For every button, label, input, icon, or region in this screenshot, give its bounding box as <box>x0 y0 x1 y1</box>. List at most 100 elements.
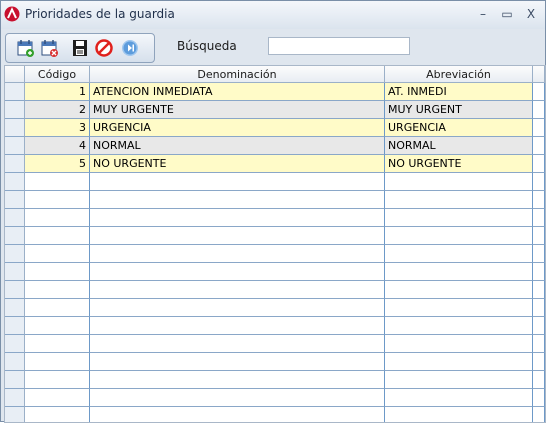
column-header-codigo[interactable]: Código <box>25 66 90 83</box>
cell-abreviacion[interactable]: NO URGENTE <box>385 155 533 173</box>
search-input[interactable] <box>268 37 410 55</box>
cell-denominacion[interactable]: NORMAL <box>90 137 385 155</box>
row-selector[interactable] <box>5 173 25 191</box>
cell-abreviacion[interactable] <box>385 317 533 335</box>
cell-denominacion[interactable] <box>90 371 385 389</box>
column-header-denominacion[interactable]: Denominación <box>90 66 385 83</box>
cell-denominacion[interactable]: URGENCIA <box>90 119 385 137</box>
row-selector[interactable] <box>5 101 25 119</box>
row-selector[interactable] <box>5 299 25 317</box>
cell-abreviacion[interactable] <box>385 389 533 407</box>
row-selector[interactable] <box>5 371 25 389</box>
minimize-button[interactable]: – <box>473 5 493 23</box>
cell-denominacion[interactable] <box>90 245 385 263</box>
data-grid: Código Denominación Abreviación 1 ATENCIO… <box>4 65 546 423</box>
cell-filler <box>533 299 545 317</box>
cancel-icon[interactable] <box>94 38 114 58</box>
cell-abreviacion[interactable]: MUY URGENT <box>385 101 533 119</box>
close-button[interactable]: X <box>521 5 541 23</box>
row-selector[interactable] <box>5 281 25 299</box>
row-selector[interactable] <box>5 407 25 422</box>
delete-record-calendar-icon[interactable] <box>40 38 60 58</box>
cell-filler <box>533 281 545 299</box>
row-selector[interactable] <box>5 353 25 371</box>
cell-codigo[interactable]: 2 <box>25 101 90 119</box>
cell-codigo[interactable] <box>25 353 90 371</box>
cell-filler <box>533 119 545 137</box>
cell-abreviacion[interactable] <box>385 335 533 353</box>
cell-denominacion[interactable] <box>90 389 385 407</box>
cell-denominacion[interactable] <box>90 407 385 422</box>
cell-abreviacion[interactable] <box>385 263 533 281</box>
next-record-icon[interactable] <box>120 38 140 58</box>
save-icon[interactable] <box>70 38 90 58</box>
cell-abreviacion[interactable] <box>385 281 533 299</box>
cell-abreviacion[interactable]: AT. INMEDI <box>385 83 533 101</box>
cell-denominacion[interactable]: MUY URGENTE <box>90 101 385 119</box>
row-selector[interactable] <box>5 119 25 137</box>
toolbar: Búsqueda <box>1 29 545 65</box>
cell-denominacion[interactable] <box>90 317 385 335</box>
row-selector[interactable] <box>5 155 25 173</box>
cell-codigo[interactable] <box>25 227 90 245</box>
cell-abreviacion[interactable] <box>385 173 533 191</box>
cell-filler <box>533 371 545 389</box>
cell-denominacion[interactable]: NO URGENTE <box>90 155 385 173</box>
cell-abreviacion[interactable] <box>385 227 533 245</box>
row-selector[interactable] <box>5 263 25 281</box>
cell-abreviacion[interactable] <box>385 299 533 317</box>
cell-denominacion[interactable] <box>90 353 385 371</box>
cell-filler <box>533 317 545 335</box>
cell-denominacion[interactable] <box>90 335 385 353</box>
cell-abreviacion[interactable]: URGENCIA <box>385 119 533 137</box>
row-selector[interactable] <box>5 245 25 263</box>
cell-codigo[interactable] <box>25 389 90 407</box>
cell-codigo[interactable] <box>25 371 90 389</box>
cell-abreviacion[interactable] <box>385 191 533 209</box>
cell-abreviacion[interactable] <box>385 371 533 389</box>
cell-codigo[interactable]: 5 <box>25 155 90 173</box>
cell-codigo[interactable]: 1 <box>25 83 90 101</box>
row-selector[interactable] <box>5 227 25 245</box>
cell-denominacion[interactable]: ATENCION INMEDIATA <box>90 83 385 101</box>
cell-abreviacion[interactable] <box>385 353 533 371</box>
cell-filler <box>533 137 545 155</box>
toolbar-button-group <box>5 33 155 63</box>
cell-abreviacion[interactable]: NORMAL <box>385 137 533 155</box>
row-selector[interactable] <box>5 317 25 335</box>
new-record-calendar-icon[interactable] <box>16 38 36 58</box>
cell-denominacion[interactable] <box>90 281 385 299</box>
cell-abreviacion[interactable] <box>385 245 533 263</box>
cell-codigo[interactable] <box>25 209 90 227</box>
maximize-button[interactable]: ▭ <box>497 5 517 23</box>
row-selector[interactable] <box>5 335 25 353</box>
cell-denominacion[interactable] <box>90 209 385 227</box>
cell-abreviacion[interactable] <box>385 209 533 227</box>
cell-codigo[interactable]: 4 <box>25 137 90 155</box>
cell-codigo[interactable] <box>25 281 90 299</box>
cell-codigo[interactable] <box>25 245 90 263</box>
row-selector[interactable] <box>5 191 25 209</box>
cell-denominacion[interactable] <box>90 263 385 281</box>
cell-filler <box>533 263 545 281</box>
row-selector[interactable] <box>5 137 25 155</box>
cell-codigo[interactable] <box>25 317 90 335</box>
cell-codigo[interactable] <box>25 173 90 191</box>
cell-codigo[interactable]: 3 <box>25 119 90 137</box>
row-selector[interactable] <box>5 389 25 407</box>
cell-codigo[interactable] <box>25 191 90 209</box>
row-selector[interactable] <box>5 209 25 227</box>
cell-filler <box>533 353 545 371</box>
cell-denominacion[interactable] <box>90 299 385 317</box>
row-selector[interactable] <box>5 83 25 101</box>
cell-codigo[interactable] <box>25 407 90 422</box>
cell-codigo[interactable] <box>25 335 90 353</box>
cell-denominacion[interactable] <box>90 227 385 245</box>
cell-codigo[interactable] <box>25 299 90 317</box>
cell-codigo[interactable] <box>25 263 90 281</box>
cell-abreviacion[interactable] <box>385 407 533 422</box>
cell-denominacion[interactable] <box>90 173 385 191</box>
cell-denominacion[interactable] <box>90 191 385 209</box>
title-bar[interactable]: Prioridades de la guardia – ▭ X <box>1 1 545 29</box>
column-header-abreviacion[interactable]: Abreviación <box>385 66 533 83</box>
